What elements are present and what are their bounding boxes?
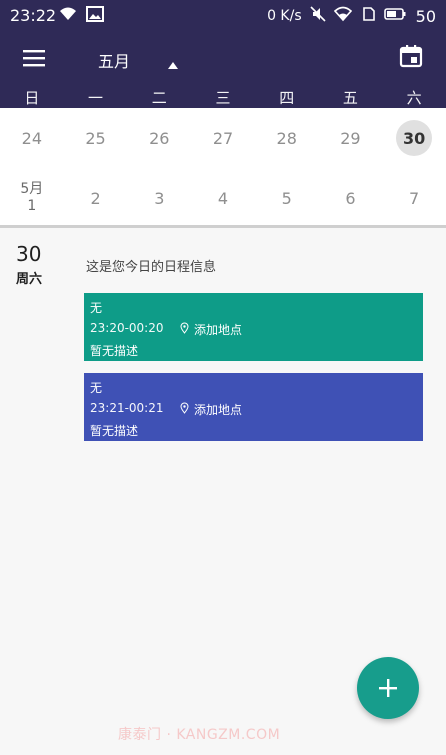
calendar-grid: 24 25 26 27 28 29 30 5月 1 2 3 4 5 6 7 (0, 108, 446, 228)
event-card[interactable]: 无 23:21-00:21 添加地点 暂无描述 (84, 373, 423, 441)
weekday-tue: 二 (151, 88, 167, 107)
calendar-day[interactable]: 7 (382, 168, 446, 228)
calendar-day[interactable]: 4 (191, 168, 255, 228)
calendar-day[interactable]: 24 (0, 108, 64, 168)
calendar-day[interactable]: 28 (255, 108, 319, 168)
month-toggle-button[interactable] (168, 54, 178, 69)
battery-level: 50 (415, 6, 436, 26)
calendar-day[interactable]: 26 (127, 108, 191, 168)
menu-button[interactable] (22, 47, 48, 69)
calendar-icon (399, 45, 423, 68)
net-speed: 0 K/s (267, 8, 302, 24)
battery-icon (383, 7, 406, 25)
event-time: 23:21-00:21 (90, 401, 164, 415)
event-location[interactable]: 添加地点 (194, 321, 242, 338)
calendar-day[interactable]: 25 (64, 108, 128, 168)
triangle-up-icon (168, 62, 178, 69)
weekday-sat: 六 (406, 88, 422, 107)
weekday-sun: 日 (24, 88, 40, 107)
watermark: 康泰门 · KANGZM.COM (118, 727, 281, 743)
location-pin-icon (180, 402, 189, 414)
calendar-day[interactable]: 2 (64, 168, 128, 228)
wifi-icon (58, 6, 78, 26)
weekday-wed: 三 (215, 88, 231, 107)
weekday-mon: 一 (88, 88, 104, 107)
sim-icon (360, 6, 376, 26)
app-header: 23:22 0 K/s 50 五月 日 一 二 三 四 五 六 (0, 0, 446, 108)
event-description: 暂无描述 (90, 344, 139, 358)
status-bar: 23:22 0 K/s 50 (0, 0, 446, 30)
calendar-week-row: 5月 1 2 3 4 5 6 7 (0, 168, 446, 228)
location-pin-icon (180, 322, 189, 334)
calendar-week-row: 24 25 26 27 28 29 30 (0, 108, 446, 168)
event-title: 无 (90, 381, 103, 395)
schedule-intro: 这是您今日的日程信息 (86, 260, 217, 275)
event-time: 23:20-00:20 (90, 321, 164, 335)
mute-icon (310, 6, 326, 26)
status-time: 23:22 (10, 6, 57, 25)
calendar-day-month-start[interactable]: 5月 1 (0, 168, 64, 228)
weekday-thu: 四 (279, 88, 295, 107)
selected-date: 30 (16, 242, 42, 266)
selected-weekday: 周六 (16, 272, 43, 287)
wifi-icon (333, 6, 352, 26)
event-location[interactable]: 添加地点 (194, 401, 242, 418)
add-event-button[interactable] (357, 657, 419, 719)
calendar-day[interactable]: 6 (319, 168, 383, 228)
month-start-label: 5月 (20, 181, 44, 197)
event-description: 暂无描述 (90, 424, 139, 438)
event-card[interactable]: 无 23:20-00:20 添加地点 暂无描述 (84, 293, 423, 361)
plus-icon (379, 679, 397, 697)
current-month[interactable]: 五月 (98, 48, 130, 72)
day-schedule: 30 周六 这是您今日的日程信息 无 23:20-00:20 添加地点 暂无描述… (0, 232, 446, 692)
weekday-header: 日 一 二 三 四 五 六 (0, 86, 446, 108)
image-icon (86, 6, 104, 26)
month-start-day: 1 (27, 198, 37, 214)
calendar-day-selected[interactable]: 30 (382, 108, 446, 168)
weekday-fri: 五 (342, 88, 358, 107)
calendar-day[interactable]: 5 (255, 168, 319, 228)
selected-day-number: 30 (396, 120, 433, 156)
calendar-day[interactable]: 27 (191, 108, 255, 168)
hamburger-icon (23, 50, 45, 67)
calendar-day[interactable]: 29 (319, 108, 383, 168)
toolbar: 五月 (0, 36, 446, 80)
event-title: 无 (90, 301, 103, 315)
calendar-day[interactable]: 3 (127, 168, 191, 228)
calendar-today-button[interactable] (398, 43, 424, 69)
